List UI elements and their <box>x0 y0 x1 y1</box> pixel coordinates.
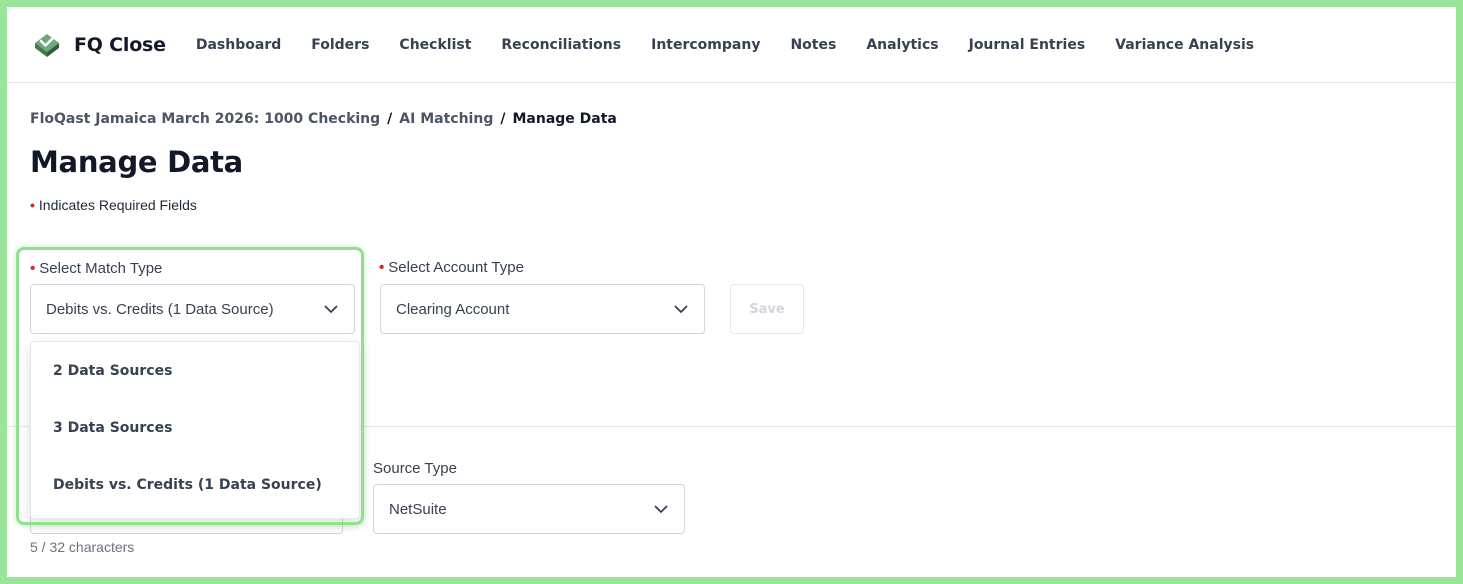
required-dot-icon: • <box>379 259 385 276</box>
brand[interactable]: FQ Close <box>33 31 166 59</box>
breadcrumb-separator: / <box>500 111 506 127</box>
page-title: Manage Data <box>30 145 243 179</box>
required-note-text: Indicates Required Fields <box>38 197 197 213</box>
breadcrumb: FloQast Jamaica March 2026: 1000 Checkin… <box>30 111 617 127</box>
breadcrumb-link-checking[interactable]: FloQast Jamaica March 2026: 1000 Checkin… <box>30 111 380 127</box>
dropdown-option-3-data-sources[interactable]: 3 Data Sources <box>31 399 359 456</box>
nav-item-intercompany[interactable]: Intercompany <box>651 37 760 53</box>
breadcrumb-separator: / <box>387 111 393 127</box>
breadcrumb-link-ai-matching[interactable]: AI Matching <box>399 111 493 127</box>
required-fields-note: • Indicates Required Fields <box>30 197 197 213</box>
match-type-label: • Select Match Type <box>30 260 162 277</box>
match-type-dropdown-menu: 2 Data Sources 3 Data Sources Debits vs.… <box>30 341 360 519</box>
source-type-select[interactable]: NetSuite <box>373 484 685 534</box>
app-window: FQ Close Dashboard Folders Checklist Rec… <box>7 7 1456 577</box>
chevron-down-icon <box>674 305 688 313</box>
source-type-value: NetSuite <box>389 500 447 518</box>
brand-name: FQ Close <box>74 33 166 56</box>
chevron-down-icon <box>654 505 668 513</box>
top-navigation: FQ Close Dashboard Folders Checklist Rec… <box>7 7 1456 83</box>
nav-item-variance-analysis[interactable]: Variance Analysis <box>1115 37 1254 53</box>
breadcrumb-current: Manage Data <box>512 111 617 127</box>
nav-menu: Dashboard Folders Checklist Reconciliati… <box>196 37 1284 53</box>
nav-item-journal-entries[interactable]: Journal Entries <box>969 37 1086 53</box>
required-dot-icon: • <box>30 260 36 277</box>
account-type-label-text: Select Account Type <box>388 259 524 276</box>
account-type-label: • Select Account Type <box>379 259 524 276</box>
nav-item-dashboard[interactable]: Dashboard <box>196 37 281 53</box>
nav-item-analytics[interactable]: Analytics <box>866 37 938 53</box>
nav-item-reconciliations[interactable]: Reconciliations <box>501 37 621 53</box>
match-type-label-text: Select Match Type <box>39 260 163 277</box>
nav-item-folders[interactable]: Folders <box>311 37 369 53</box>
save-button[interactable]: Save <box>730 284 804 334</box>
required-dot-icon: • <box>30 197 35 213</box>
fq-logo-icon <box>35 33 59 57</box>
nav-item-checklist[interactable]: Checklist <box>399 37 471 53</box>
match-type-value: Debits vs. Credits (1 Data Source) <box>46 300 274 318</box>
character-count: 5 / 32 characters <box>30 539 135 555</box>
account-type-select[interactable]: Clearing Account <box>380 284 705 334</box>
nav-item-notes[interactable]: Notes <box>790 37 836 53</box>
match-type-select[interactable]: Debits vs. Credits (1 Data Source) <box>30 284 355 334</box>
account-type-value: Clearing Account <box>396 300 510 318</box>
dropdown-option-2-data-sources[interactable]: 2 Data Sources <box>31 342 359 399</box>
dropdown-option-debits-vs-credits[interactable]: Debits vs. Credits (1 Data Source) <box>31 456 359 513</box>
source-type-label: Source Type <box>373 460 457 477</box>
chevron-down-icon <box>324 305 338 313</box>
